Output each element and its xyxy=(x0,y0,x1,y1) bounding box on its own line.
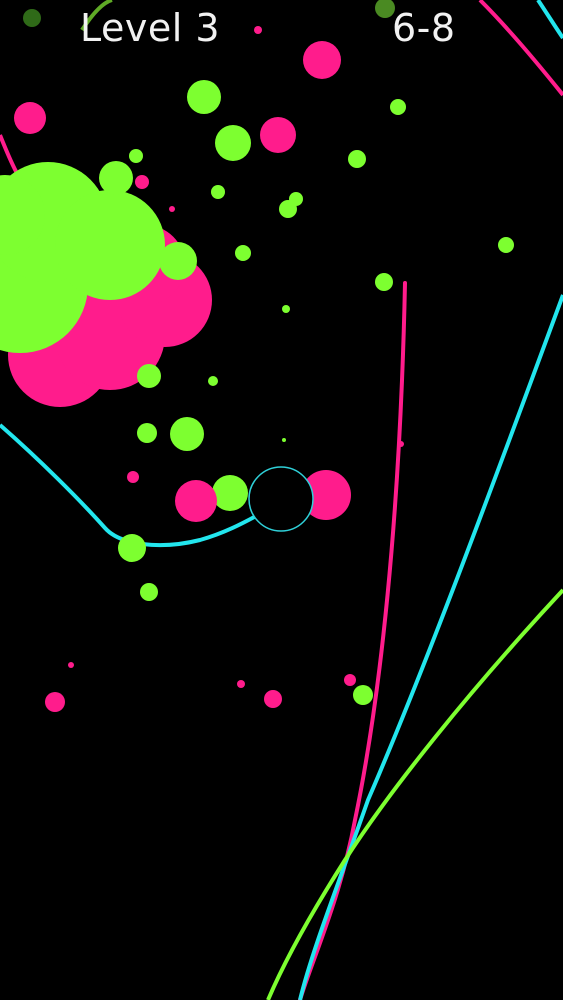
player-ring[interactable] xyxy=(248,466,314,532)
game-canvas[interactable] xyxy=(0,0,563,1000)
level-label: Level 3 xyxy=(80,6,221,50)
score-label: 6-8 xyxy=(392,6,456,50)
green-dot xyxy=(23,9,41,27)
